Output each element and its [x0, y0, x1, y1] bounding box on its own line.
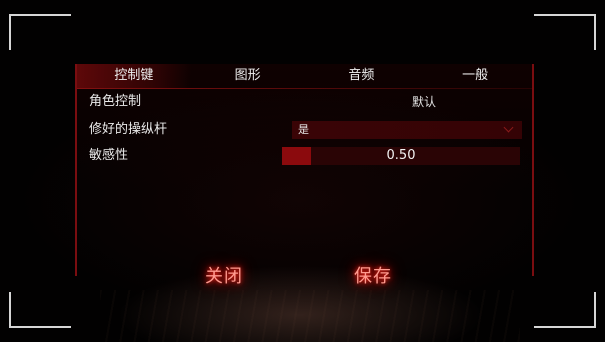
setting-row-character-control: 角色控制 默认 [87, 91, 522, 113]
sensitivity-value: 0.50 [386, 148, 416, 163]
frame-corner-top-right [534, 14, 596, 50]
fixed-joystick-value: 是 [298, 123, 309, 136]
tab-graphics[interactable]: 图形 [191, 64, 305, 88]
tab-general[interactable]: 一般 [418, 64, 532, 88]
frame-corner-bottom-left [9, 292, 71, 328]
sensitivity-slider[interactable]: 0.50 [282, 147, 520, 165]
frame-corner-bottom-right [534, 292, 596, 328]
close-button[interactable]: 关闭 [205, 262, 243, 288]
setting-row-fixed-joystick: 修好的操纵杆 是 [87, 119, 522, 141]
save-button[interactable]: 保存 [354, 262, 392, 288]
chevron-down-icon [503, 122, 514, 133]
fixed-joystick-label: 修好的操纵杆 [89, 122, 168, 137]
setting-row-sensitivity: 敏感性 0.50 [87, 145, 522, 167]
tabs-divider [77, 88, 532, 89]
settings-panel: 控制键 图形 音频 一般 角色控制 默认 修好的操纵杆 是 敏感性 0.50 [75, 64, 534, 276]
tab-controls[interactable]: 控制键 [77, 64, 191, 88]
sensitivity-label: 敏感性 [89, 148, 129, 163]
tab-audio[interactable]: 音频 [305, 64, 419, 88]
default-button[interactable]: 默认 [327, 91, 521, 113]
frame-corner-top-left [9, 14, 71, 50]
character-control-label: 角色控制 [89, 94, 142, 109]
floor-texture [100, 290, 520, 342]
fixed-joystick-dropdown[interactable]: 是 [292, 121, 522, 139]
settings-tabs: 控制键 图形 音频 一般 [77, 64, 532, 88]
